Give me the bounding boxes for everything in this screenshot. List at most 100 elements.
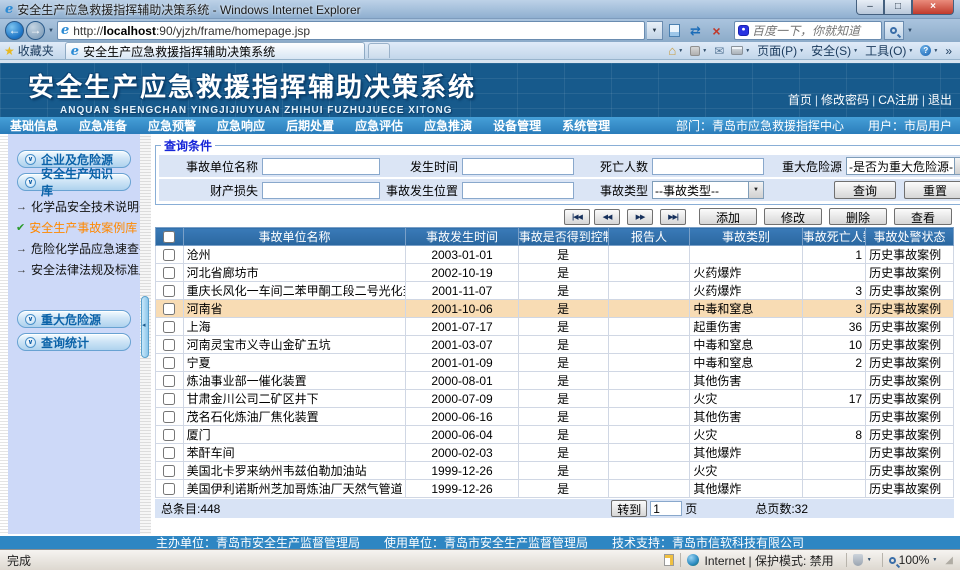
row-checkbox[interactable] — [163, 483, 175, 495]
search-dropdown-icon[interactable]: ▼ — [906, 28, 914, 34]
row-checkbox[interactable] — [163, 429, 175, 441]
table-row: 沧州2003-01-01是1历史事故案例 — [156, 246, 954, 264]
action-button-1[interactable]: 修改 — [764, 208, 822, 225]
home-button[interactable]: ⌂▼ — [668, 43, 683, 58]
minimize-button[interactable]: – — [856, 0, 884, 15]
cell-9-1: 2000-06-16 — [406, 408, 518, 426]
row-checkbox[interactable] — [163, 357, 175, 369]
accident-type-select[interactable]: --事故类型--▼ — [652, 181, 764, 199]
reset-button[interactable]: 重置 — [904, 181, 960, 199]
goto-page-button[interactable]: 转到 — [611, 500, 647, 517]
tools-menu-button[interactable]: 工具(O)▼ — [865, 42, 913, 59]
page-number-input[interactable] — [650, 501, 682, 516]
row-checkbox[interactable] — [163, 393, 175, 405]
nav-item-6[interactable]: 应急推演 — [424, 117, 472, 134]
row-checkbox[interactable] — [163, 465, 175, 477]
header-links: 首页|修改密码|CA注册|退出 — [788, 91, 952, 108]
sidebar-group-2[interactable]: ∨重大危险源 — [17, 310, 131, 328]
row-checkbox[interactable] — [163, 267, 175, 279]
sidebar-group-3[interactable]: ∨查询统计 — [17, 333, 131, 351]
favorites-star-icon[interactable]: ★ — [4, 44, 15, 58]
search-button[interactable] — [884, 21, 904, 40]
nav-item-3[interactable]: 应急响应 — [217, 117, 265, 134]
row-checkbox[interactable] — [163, 447, 175, 459]
unit-name-field[interactable] — [262, 158, 380, 175]
sidebar-item-1-3[interactable]: →安全法律法规及标准库 — [16, 259, 138, 280]
major-hazard-select[interactable]: -是否为重大危险源-▼ — [846, 157, 960, 175]
forward-button[interactable]: → — [26, 21, 45, 40]
action-button-3[interactable]: 查看 — [894, 208, 952, 225]
safety-menu-button[interactable]: 安全(S)▼ — [811, 42, 858, 59]
protection-icon[interactable] — [853, 554, 863, 566]
nav-item-7[interactable]: 设备管理 — [493, 117, 541, 134]
row-checkbox[interactable] — [163, 303, 175, 315]
cell-4-6: 历史事故案例 — [866, 318, 954, 336]
header-link-3[interactable]: 退出 — [928, 91, 952, 108]
nav-item-2[interactable]: 应急预警 — [148, 117, 196, 134]
feeds-button[interactable]: ▼ — [690, 46, 707, 56]
sidebar-item-1-2[interactable]: →危险化学品应急速查手… — [16, 238, 138, 259]
major-hazard-label: 重大危险源 — [764, 158, 846, 175]
refresh-button[interactable]: ⇄ — [686, 21, 705, 40]
occur-time-field[interactable] — [462, 158, 574, 175]
action-button-2[interactable]: 删除 — [829, 208, 887, 225]
nav-item-1[interactable]: 应急准备 — [79, 117, 127, 134]
header-link-0[interactable]: 首页 — [788, 91, 812, 108]
help-button[interactable]: ?▼ — [920, 45, 938, 56]
header-link-2[interactable]: CA注册 — [878, 91, 919, 108]
property-loss-field[interactable] — [262, 182, 380, 199]
pager-button-1[interactable]: ◀◀ — [594, 209, 620, 225]
nav-item-5[interactable]: 应急评估 — [355, 117, 403, 134]
action-button-0[interactable]: 添加 — [699, 208, 757, 225]
splitter-handle[interactable] — [141, 296, 149, 358]
stop-button[interactable]: × — [707, 21, 726, 40]
back-button[interactable]: ← — [5, 21, 24, 40]
cell-4-1: 2001-07-17 — [406, 318, 518, 336]
row-checkbox[interactable] — [163, 321, 175, 333]
cell-13-2: 是 — [518, 480, 608, 498]
search-input[interactable] — [752, 24, 870, 38]
mail-button[interactable]: ✉ — [714, 44, 724, 58]
maximize-button[interactable]: □ — [884, 0, 912, 15]
select-all-checkbox[interactable] — [163, 231, 175, 243]
sidebar-splitter[interactable] — [140, 134, 151, 534]
link-separator: | — [922, 93, 925, 107]
url-dropdown-button[interactable]: ▼ — [647, 21, 663, 40]
favorites-button[interactable]: 收藏夹 — [18, 42, 54, 59]
page-menu-button[interactable]: 页面(P)▼ — [757, 42, 804, 59]
deaths-field[interactable] — [652, 158, 764, 175]
cell-12-6: 历史事故案例 — [866, 462, 954, 480]
close-button[interactable]: × — [912, 0, 954, 15]
row-checkbox[interactable] — [163, 375, 175, 387]
overflow-button[interactable]: » — [945, 44, 952, 58]
nav-item-4[interactable]: 后期处置 — [286, 117, 334, 134]
nav-item-0[interactable]: 基础信息 — [10, 117, 58, 134]
row-checkbox[interactable] — [163, 411, 175, 423]
cell-7-6: 历史事故案例 — [866, 372, 954, 390]
row-checkbox[interactable] — [163, 285, 175, 297]
print-button[interactable]: ▼ — [731, 46, 750, 55]
nav-item-8[interactable]: 系统管理 — [562, 117, 610, 134]
status-bar: 完成 Internet | 保护模式: 禁用 ▼ 100% ▼ ◢ — [0, 549, 960, 570]
cell-0-1: 2003-01-01 — [406, 246, 518, 264]
header-link-1[interactable]: 修改密码 — [821, 91, 869, 108]
new-tab-button[interactable] — [368, 43, 390, 58]
search-query-button[interactable]: 查询 — [834, 181, 896, 199]
pager-button-2[interactable]: ▶▶ — [627, 209, 653, 225]
location-field[interactable] — [462, 182, 574, 199]
compatibility-view-button[interactable] — [665, 21, 684, 40]
history-dropdown-icon[interactable]: ▼ — [47, 28, 55, 34]
pager-button-0[interactable]: |◀◀ — [564, 209, 590, 225]
sidebar-item-1-1[interactable]: ✔安全生产事故案例库 — [16, 217, 138, 238]
row-checkbox[interactable] — [163, 339, 175, 351]
zoom-control[interactable]: 100% ▼ — [889, 553, 938, 567]
row-checkbox[interactable] — [163, 249, 175, 261]
url-input[interactable]: e http://localhost:90/yjzh/frame/homepag… — [57, 21, 645, 40]
status-text: 完成 — [7, 552, 31, 569]
cell-7-1: 2000-08-01 — [406, 372, 518, 390]
browser-tab[interactable]: e 安全生产应急救援指挥辅助决策系统 — [65, 42, 365, 59]
sidebar-group-1[interactable]: ∨安全生产知识库 — [17, 173, 131, 191]
pager-button-3[interactable]: ▶▶| — [660, 209, 686, 225]
sidebar-item-1-0[interactable]: →化学品安全技术说明书 — [16, 196, 138, 217]
row-checkbox-cell — [156, 480, 184, 498]
